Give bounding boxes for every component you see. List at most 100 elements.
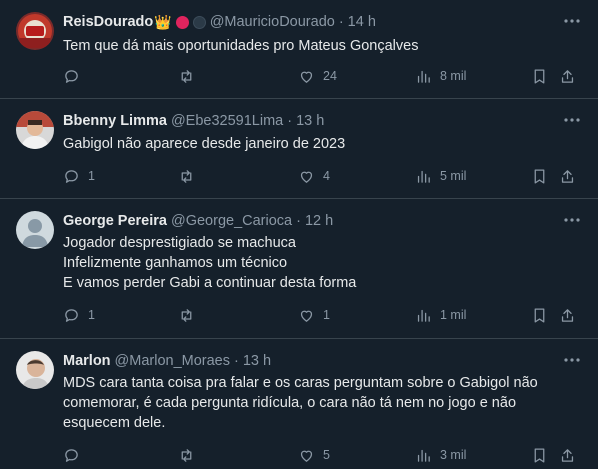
views-icon [417,309,430,322]
dark-badge-icon [192,15,206,29]
retweet-icon [181,69,192,83]
separator: · [338,14,344,30]
tweet-text-line: E vamos perder Gabi a continuar desta fo… [63,275,357,291]
display-name[interactable]: Marlon [63,352,111,370]
action-bar: 1 1 1 mil [63,305,586,325]
display-name[interactable]: ReisDourado [63,13,153,31]
retweet-icon [181,308,192,322]
display-name[interactable]: Bbenny Limma [63,112,167,130]
timestamp[interactable]: 13 h [296,112,324,130]
avatar[interactable] [16,211,54,249]
share-icon [561,69,574,83]
reply-button[interactable]: 1 [63,166,95,186]
tweet[interactable]: Marlon @Marlon_Moraes · 13 h MDS cara ta… [0,339,598,469]
reply-feed: ReisDourado 👑 @MauricioDourado · 14 h Te… [0,0,598,469]
tweet-text-line: comemorar, é cada pergunta ridícula, o c… [63,395,517,411]
action-bar: 24 8 mil [63,66,586,86]
tweet-text-line: Tem que dá mais oportunidades pro Mateus… [63,38,419,54]
bookmark-button[interactable] [531,305,548,325]
bookmark-icon [534,168,545,184]
like-button[interactable]: 4 [298,166,330,186]
bookmark-icon [534,447,545,463]
views-button[interactable]: 1 mil [415,305,466,325]
timestamp[interactable]: 13 h [243,352,271,370]
action-bar: 1 4 5 mil [63,166,586,186]
more-icon[interactable] [562,111,582,129]
retweet-button[interactable] [178,445,203,465]
like-icon [300,450,313,462]
like-count: 1 [323,308,330,322]
views-button[interactable]: 8 mil [415,66,466,86]
like-button[interactable]: 1 [298,305,330,325]
like-count: 4 [323,169,330,183]
reply-icon [65,69,78,83]
bookmark-icon [534,307,545,323]
bookmark-button[interactable] [531,445,548,465]
retweet-button[interactable] [178,305,203,325]
action-bar: 5 3 mil [63,445,586,465]
like-button[interactable]: 24 [298,66,337,86]
tweet-header: Bbenny Limma @Ebe32591Lima · 13 h [63,112,558,130]
reply-button[interactable]: 1 [63,305,95,325]
avatar[interactable] [16,111,54,149]
timestamp[interactable]: 14 h [348,13,376,31]
red-badge-icon [175,15,189,29]
views-count: 3 mil [440,448,467,462]
handle[interactable]: @George_Carioca [171,212,292,230]
handle[interactable]: @Ebe32591Lima [171,112,283,130]
retweet-button[interactable] [178,166,203,186]
bookmark-icon [534,68,545,84]
like-icon [300,310,313,322]
like-count: 5 [323,448,330,462]
share-button[interactable] [559,166,576,186]
bookmark-button[interactable] [531,66,548,86]
share-icon [561,308,574,322]
reply-icon [65,169,78,183]
reply-button[interactable] [63,445,88,465]
tweet-text: Gabigol não aparece desde janeiro de 202… [63,134,578,154]
reply-count: 1 [88,308,95,322]
more-icon[interactable] [562,12,582,30]
timestamp[interactable]: 12 h [305,212,333,230]
retweet-icon [181,448,192,462]
retweet-button[interactable] [178,66,203,86]
views-button[interactable]: 5 mil [415,166,466,186]
more-icon[interactable] [562,351,582,369]
separator: · [234,353,239,369]
share-button[interactable] [559,445,576,465]
separator: · [287,113,293,129]
reply-button[interactable] [63,66,88,86]
tweet[interactable]: ReisDourado 👑 @MauricioDourado · 14 h Te… [0,0,598,99]
reply-icon [65,448,78,462]
handle[interactable]: @MauricioDourado [210,13,335,31]
more-icon[interactable] [562,211,582,229]
avatar[interactable] [16,351,54,389]
views-count: 5 mil [440,169,467,183]
reply-count: 1 [88,169,95,183]
tweet[interactable]: Bbenny Limma @Ebe32591Lima · 13 h Gabigo… [0,99,598,199]
handle[interactable]: @Marlon_Moraes [115,352,230,370]
share-button[interactable] [559,305,576,325]
tweet-text-line: Gabigol não aparece desde janeiro de 202… [63,136,346,152]
share-button[interactable] [559,66,576,86]
reply-icon [65,308,78,322]
bookmark-button[interactable] [531,166,548,186]
separator: · [296,213,301,229]
views-button[interactable]: 3 mil [415,445,466,465]
views-count: 8 mil [440,69,467,83]
tweet-header: ReisDourado 👑 @MauricioDourado · 14 h [63,13,558,31]
display-name[interactable]: George Pereira [63,212,167,230]
views-icon [417,70,430,83]
avatar[interactable] [16,12,54,50]
retweet-icon [181,169,192,183]
like-button[interactable]: 5 [298,445,330,465]
views-count: 1 mil [440,308,467,322]
tweet-text-line: MDS cara tanta coisa pra falar e os cara… [63,375,538,391]
like-count: 24 [323,69,337,83]
tweet-text-line: Infelizmente ganhamos um técnico [63,255,288,271]
tweet-header: George Pereira @George_Carioca · 12 h [63,212,558,230]
tweet-text-line: Jogador desprestigiado se machuca [63,235,296,251]
tweet-header: Marlon @Marlon_Moraes · 13 h [63,352,558,370]
crown-emoji: 👑 [154,14,172,30]
tweet[interactable]: George Pereira @George_Carioca · 12 h Jo… [0,199,598,339]
